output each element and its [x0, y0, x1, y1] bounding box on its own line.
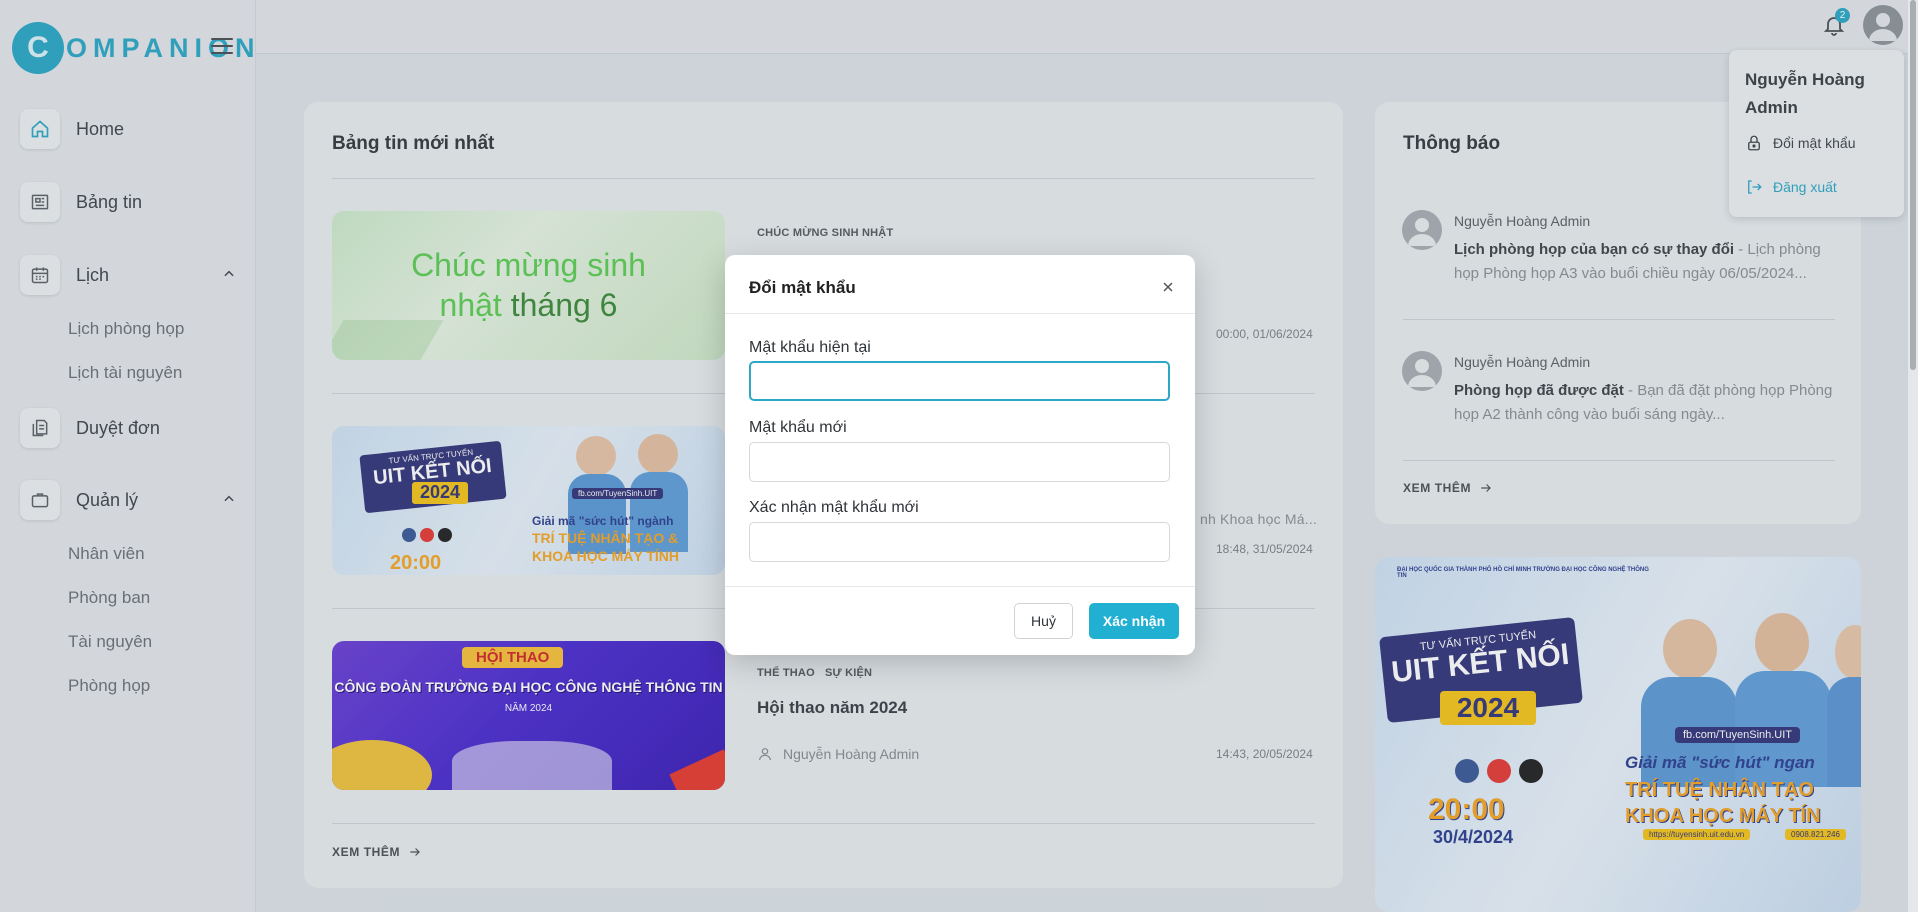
change-password-dialog: Đổi mật khẩu Mật khẩu hiện tại Mật khẩu …: [725, 255, 1195, 655]
dialog-divider: [725, 313, 1195, 314]
current-password-input[interactable]: [749, 361, 1170, 401]
submit-button[interactable]: Xác nhận: [1089, 603, 1179, 639]
confirm-password-input[interactable]: [749, 522, 1170, 562]
new-password-label: Mật khẩu mới: [749, 419, 847, 436]
new-password-input[interactable]: [749, 442, 1170, 482]
scrollbar-track[interactable]: [1908, 0, 1918, 912]
dialog-title: Đổi mật khẩu: [749, 278, 856, 297]
close-icon[interactable]: [1160, 279, 1176, 295]
scrollbar-thumb[interactable]: [1910, 0, 1916, 370]
confirm-password-label: Xác nhận mật khẩu mới: [749, 499, 919, 516]
cancel-button[interactable]: Huỷ: [1014, 603, 1073, 639]
dialog-divider: [725, 586, 1195, 587]
current-password-label: Mật khẩu hiện tại: [749, 339, 871, 356]
